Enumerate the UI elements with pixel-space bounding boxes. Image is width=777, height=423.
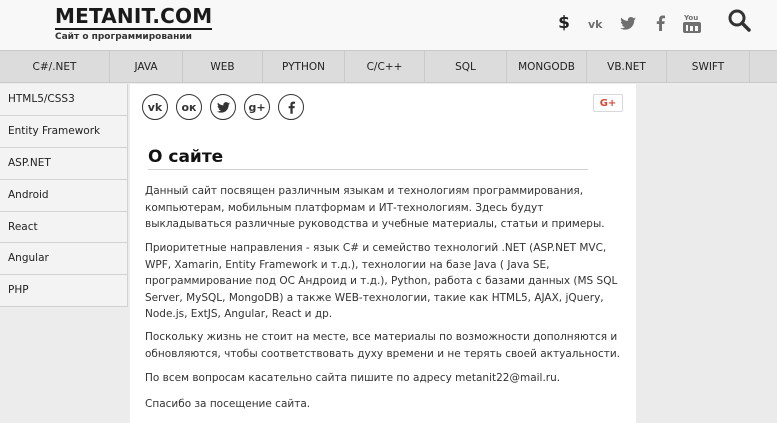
nav-item-sql[interactable]: SQL	[425, 51, 507, 83]
sidebar-item-html5-css3[interactable]: HTML5/CSS3	[0, 84, 128, 116]
google-plus-share-icon[interactable]: g+	[244, 94, 270, 120]
facebook-icon[interactable]	[648, 8, 672, 38]
logo-subtitle: Сайт о программировании	[55, 32, 192, 42]
svg-text:vk: vk	[588, 18, 603, 29]
sidebar-item-angular[interactable]: Angular	[0, 243, 128, 276]
sidebar-item-react[interactable]: React	[0, 211, 128, 244]
logo-title[interactable]: METANIT.COM	[55, 5, 213, 30]
share-buttons: vk ок g+	[142, 94, 312, 120]
svg-text:You: You	[683, 14, 698, 22]
youtube-icon[interactable]: You	[680, 8, 704, 38]
header: METANIT.COM Сайт о программировании $ vk…	[0, 0, 777, 50]
paragraph-contact: По всем вопросам касательно сайта пишите…	[145, 372, 561, 384]
page-title: О сайте	[148, 147, 588, 170]
vk-share-icon[interactable]: vk	[142, 94, 168, 120]
paragraph-priorities: Приоритетные направления - язык C# и сем…	[145, 242, 618, 320]
main-content: vk ок g+ G+ О сайте Данный сайт посвящен…	[130, 84, 636, 423]
sidebar: HTML5/CSS3 Entity Framework ASP.NET Andr…	[0, 84, 128, 308]
sidebar-item-aspnet[interactable]: ASP.NET	[0, 147, 128, 180]
sidebar-item-android[interactable]: Android	[0, 179, 128, 212]
nav-item-web[interactable]: WEB	[183, 51, 263, 83]
vk-icon[interactable]: vk	[584, 8, 608, 38]
twitter-icon[interactable]	[616, 8, 640, 38]
nav-item-c-cpp[interactable]: C/C++	[345, 51, 425, 83]
paragraph-intro: Данный сайт посвящен различным языкам и …	[145, 185, 605, 230]
paragraph-updates: Поскольку жизнь не стоит на месте, все м…	[145, 331, 621, 360]
nav-item-mongodb[interactable]: MONGODB	[507, 51, 587, 83]
search-icon[interactable]	[727, 8, 753, 34]
site-logo[interactable]: METANIT.COM Сайт о программировании	[55, 5, 213, 42]
nav-item-csharp[interactable]: C#/.NET	[0, 51, 110, 83]
facebook-share-icon[interactable]	[278, 94, 304, 120]
dollar-icon[interactable]: $	[552, 8, 576, 38]
paragraph-thanks: Спасибо за посещение сайта.	[145, 398, 311, 410]
nav-item-vbnet[interactable]: VB.NET	[587, 51, 667, 83]
nav-item-swift[interactable]: SWIFT	[667, 51, 750, 83]
top-nav: C#/.NET JAVA WEB PYTHON C/C++ SQL MONGOD…	[0, 50, 777, 83]
google-plus-button[interactable]: G+	[593, 94, 623, 112]
twitter-share-icon[interactable]	[210, 94, 236, 120]
odnoklassniki-share-icon[interactable]: ок	[176, 94, 202, 120]
header-social-links: $ vk You	[552, 8, 712, 38]
nav-item-java[interactable]: JAVA	[110, 51, 183, 83]
right-sidebar	[636, 84, 777, 423]
sidebar-item-php[interactable]: PHP	[0, 275, 128, 308]
sidebar-item-entity-framework[interactable]: Entity Framework	[0, 115, 128, 148]
nav-item-python[interactable]: PYTHON	[263, 51, 345, 83]
